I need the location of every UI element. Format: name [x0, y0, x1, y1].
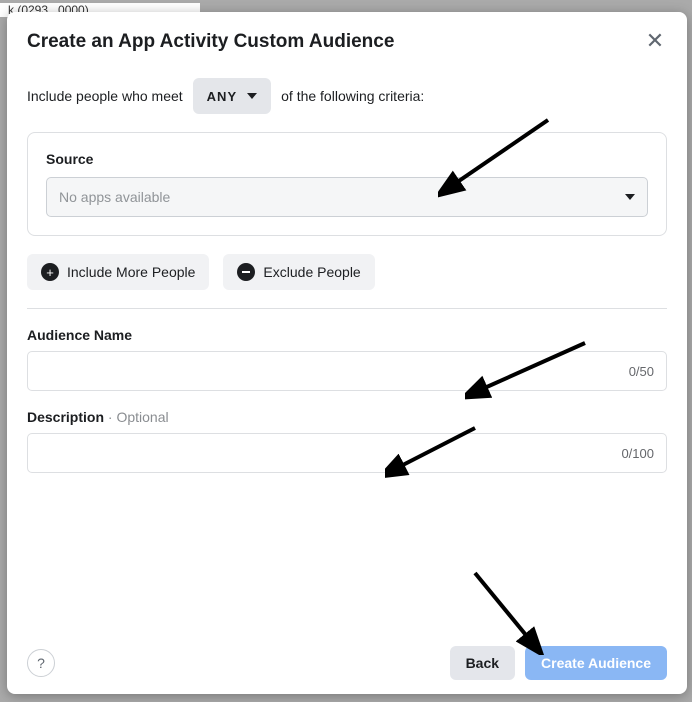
- create-custom-audience-modal: Create an App Activity Custom Audience ✕…: [7, 12, 687, 694]
- source-dropdown[interactable]: No apps available: [46, 177, 648, 217]
- source-label: Source: [46, 151, 648, 167]
- back-button[interactable]: Back: [450, 646, 515, 680]
- section-divider: [27, 308, 667, 309]
- audience-name-group: Audience Name 0/50: [27, 327, 667, 391]
- description-label: Description · Optional: [27, 409, 667, 425]
- audience-name-label: Audience Name: [27, 327, 667, 343]
- criteria-statement: Include people who meet ANY of the follo…: [27, 78, 667, 114]
- exclude-label: Exclude People: [263, 264, 360, 280]
- description-input[interactable]: 0/100: [27, 433, 667, 473]
- audience-name-counter: 0/50: [629, 364, 654, 379]
- description-optional-tag: · Optional: [104, 409, 169, 425]
- description-counter: 0/100: [621, 446, 654, 461]
- plus-circle-icon: +: [41, 263, 59, 281]
- description-group: Description · Optional 0/100: [27, 409, 667, 473]
- audience-name-input[interactable]: 0/50: [27, 351, 667, 391]
- criteria-suffix: of the following criteria:: [281, 88, 424, 104]
- modal-title: Create an App Activity Custom Audience: [27, 31, 394, 53]
- close-icon[interactable]: ✕: [643, 30, 667, 54]
- criteria-mode-value: ANY: [207, 89, 237, 104]
- chevron-down-icon: [625, 194, 635, 200]
- chevron-down-icon: [247, 93, 257, 99]
- include-more-people-button[interactable]: + Include More People: [27, 254, 209, 290]
- include-more-label: Include More People: [67, 264, 195, 280]
- modal-footer: ? Back Create Audience: [7, 632, 687, 694]
- include-exclude-actions: + Include More People Exclude People: [27, 254, 667, 290]
- minus-circle-icon: [237, 263, 255, 281]
- create-audience-button[interactable]: Create Audience: [525, 646, 667, 680]
- modal-header: Create an App Activity Custom Audience ✕: [7, 12, 687, 62]
- help-icon[interactable]: ?: [27, 649, 55, 677]
- criteria-prefix: Include people who meet: [27, 88, 183, 104]
- modal-body: Include people who meet ANY of the follo…: [7, 62, 687, 632]
- help-glyph: ?: [37, 655, 45, 671]
- source-card: Source No apps available: [27, 132, 667, 236]
- source-placeholder: No apps available: [59, 189, 170, 205]
- criteria-mode-dropdown[interactable]: ANY: [193, 78, 271, 114]
- description-label-text: Description: [27, 409, 104, 425]
- exclude-people-button[interactable]: Exclude People: [223, 254, 374, 290]
